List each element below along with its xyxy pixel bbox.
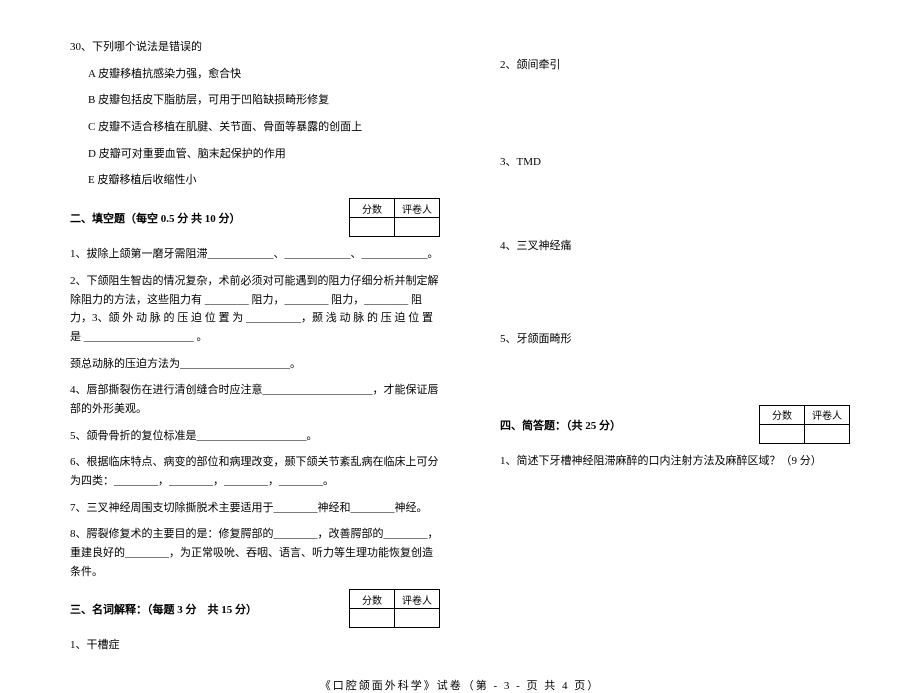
fill-8: 8、腭裂修复术的主要目的是：修复腭部的________，改善腭部的_______… bbox=[70, 525, 440, 581]
term-3: 3、TMD bbox=[500, 153, 850, 172]
score-col1-header: 分数 bbox=[350, 199, 395, 218]
short-1: 1、简述下牙槽神经阻滞麻醉的口内注射方法及麻醉区域？（9 分） bbox=[500, 452, 850, 471]
q30-option-e: E 皮瓣移植后收缩性小 bbox=[70, 171, 440, 190]
q30-option-a: A 皮瓣移植抗感染力强，愈合快 bbox=[70, 65, 440, 84]
score-col2-header: 评卷人 bbox=[395, 199, 440, 218]
score-col2-header: 评卷人 bbox=[395, 590, 440, 609]
score-col2-header: 评卷人 bbox=[805, 405, 850, 424]
score-table-sec4: 分数评卷人 bbox=[759, 405, 850, 444]
page-footer: 《口腔颌面外科学》试卷（第 - 3 - 页 共 4 页） bbox=[70, 677, 850, 693]
score-col1-header: 分数 bbox=[760, 405, 805, 424]
section-2-header: 二、填空题（每空 0.5 分 共 10 分） 分数评卷人 bbox=[70, 198, 440, 237]
score-cell[interactable] bbox=[760, 424, 805, 443]
grader-cell[interactable] bbox=[805, 424, 850, 443]
fill-3b: 颈总动脉的压迫方法为____________________。 bbox=[70, 355, 440, 374]
section-3-title: 三、名词解释：（每题 3 分 共 15 分） bbox=[70, 589, 257, 617]
q30-stem: 30、下列哪个说法是错误的 bbox=[70, 38, 440, 57]
q30-option-c: C 皮瓣不适合移植在肌腱、关节面、骨面等暴露的创面上 bbox=[70, 118, 440, 137]
fill-6: 6、根据临床特点、病变的部位和病理改变，颞下颌关节紊乱病在临床上可分为四类：__… bbox=[70, 453, 440, 490]
fill-2: 2、下颌阻生智齿的情况复杂，术前必须对可能遇到的阻力仔细分析并制定解除阻力的方法… bbox=[70, 272, 440, 347]
left-column: 30、下列哪个说法是错误的 A 皮瓣移植抗感染力强，愈合快 B 皮瓣包括皮下脂肪… bbox=[70, 30, 440, 663]
q30-option-d: D 皮瓣可对重要血管、脑末起保护的作用 bbox=[70, 145, 440, 164]
fill-5: 5、颌骨骨折的复位标准是____________________。 bbox=[70, 427, 440, 446]
fill-7: 7、三叉神经周围支切除撕脱术主要适用于________神经和________神经… bbox=[70, 499, 440, 518]
term-4: 4、三叉神经痛 bbox=[500, 237, 850, 256]
term-2: 2、颌间牵引 bbox=[500, 56, 850, 75]
term-5: 5、牙颌面畸形 bbox=[500, 330, 850, 349]
score-col1-header: 分数 bbox=[350, 590, 395, 609]
score-table-sec3: 分数评卷人 bbox=[349, 589, 440, 628]
right-column: 2、颌间牵引 3、TMD 4、三叉神经痛 5、牙颌面畸形 四、简答题：（共 25… bbox=[500, 30, 850, 663]
grader-cell[interactable] bbox=[395, 609, 440, 628]
fill-4: 4、唇部撕裂伤在进行清创缝合时应注意____________________，才… bbox=[70, 381, 440, 418]
grader-cell[interactable] bbox=[395, 218, 440, 237]
section-4-title: 四、简答题：（共 25 分） bbox=[500, 405, 621, 433]
section-2-title: 二、填空题（每空 0.5 分 共 10 分） bbox=[70, 198, 241, 226]
score-table-sec2: 分数评卷人 bbox=[349, 198, 440, 237]
fill-1: 1、拔除上颌第一磨牙需阻滞____________、____________、_… bbox=[70, 245, 440, 264]
q30-option-b: B 皮瓣包括皮下脂肪层，可用于凹陷缺损畸形修复 bbox=[70, 91, 440, 110]
term-1: 1、干槽症 bbox=[70, 636, 440, 655]
section-4-header: 四、简答题：（共 25 分） 分数评卷人 bbox=[500, 405, 850, 444]
score-cell[interactable] bbox=[350, 609, 395, 628]
score-cell[interactable] bbox=[350, 218, 395, 237]
section-3-header: 三、名词解释：（每题 3 分 共 15 分） 分数评卷人 bbox=[70, 589, 440, 628]
